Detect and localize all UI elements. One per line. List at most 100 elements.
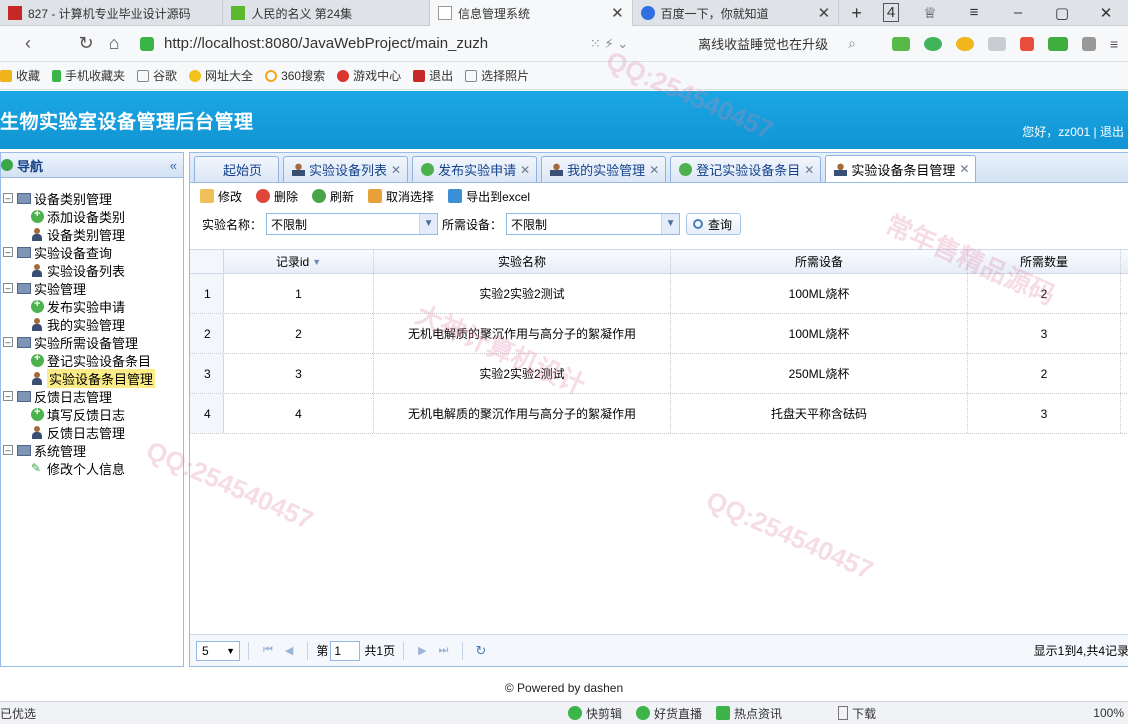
bookmark-item[interactable]: 谷歌 bbox=[137, 67, 177, 84]
collapse-nav-button[interactable]: « bbox=[170, 158, 177, 173]
tab-home[interactable]: 起始页 bbox=[194, 156, 280, 182]
back-icon[interactable]: ‹ bbox=[14, 33, 42, 54]
query-button[interactable]: 查询 bbox=[686, 213, 742, 235]
maximize-icon[interactable]: ▢ bbox=[1040, 4, 1084, 22]
experiment-filter-select[interactable]: 不限制 ▼ bbox=[266, 213, 439, 235]
bookmark-item[interactable]: 网址大全 bbox=[189, 67, 253, 84]
home-icon[interactable]: ⌂ bbox=[100, 33, 128, 54]
tab-my-experiment[interactable]: 我的实验管理 ✕ bbox=[541, 156, 667, 182]
tree-node-publish-experiment[interactable]: 发布实验申请 bbox=[1, 297, 183, 315]
tree-node-my-experiment[interactable]: 我的实验管理 bbox=[1, 315, 183, 333]
url-field[interactable]: http://localhost:8080/JavaWebProject/mai… bbox=[140, 31, 580, 57]
tree-node-add-category[interactable]: 添加设备类别 bbox=[1, 207, 183, 225]
next-page-icon[interactable]: ▶ bbox=[418, 644, 426, 657]
tree-node-edit-profile[interactable]: ✎ 修改个人信息 bbox=[1, 459, 183, 477]
apps-ext-icon[interactable] bbox=[1020, 36, 1034, 51]
prev-page-icon[interactable]: ◀ bbox=[285, 644, 293, 657]
undo-ext-icon[interactable] bbox=[1082, 36, 1096, 51]
close-tab-icon[interactable]: ✕ bbox=[804, 163, 814, 177]
status-item[interactable]: 热点资讯 bbox=[716, 705, 782, 722]
tree-node-experiment[interactable]: – 实验管理 bbox=[1, 279, 183, 297]
table-row[interactable]: 1 1 实验2实验2测试 100ML烧杯 2 bbox=[190, 274, 1128, 314]
status-item[interactable]: 好货直播 bbox=[636, 705, 702, 722]
tree-node-device-query[interactable]: – 实验设备查询 bbox=[1, 243, 183, 261]
column-header-experiment[interactable]: 实验名称 bbox=[374, 250, 671, 273]
shield-ext-icon[interactable] bbox=[956, 36, 974, 51]
close-tab-icon[interactable]: ✕ bbox=[818, 4, 831, 22]
table-row[interactable]: 4 4 无机电解质的聚沉作用与高分子的絮凝作用 托盘天平称含砝码 3 bbox=[190, 394, 1128, 434]
refresh-button[interactable]: 刷新 bbox=[312, 188, 354, 205]
tab-entry-manage[interactable]: 实验设备条目管理 ✕ bbox=[825, 155, 977, 182]
battery-ext-icon[interactable] bbox=[1048, 36, 1068, 51]
tree-node-required-devices[interactable]: – 实验所需设备管理 bbox=[1, 333, 183, 351]
tree-node-system[interactable]: – 系统管理 bbox=[1, 441, 183, 459]
last-page-icon[interactable]: ⏭ bbox=[439, 644, 449, 657]
device-filter-select[interactable]: 不限制 ▼ bbox=[506, 213, 681, 235]
collapse-toggle-icon[interactable]: – bbox=[3, 283, 13, 293]
tree-node-feedback[interactable]: – 反馈日志管理 bbox=[1, 387, 183, 405]
translate-ext-icon[interactable] bbox=[924, 36, 942, 51]
tab-publish-experiment[interactable]: 发布实验申请 ✕ bbox=[412, 156, 538, 182]
bookmark-item[interactable]: 选择照片 bbox=[465, 67, 529, 84]
collapse-toggle-icon[interactable]: – bbox=[3, 337, 13, 347]
tab-count-badge[interactable]: 4 bbox=[874, 3, 908, 22]
more-menu-icon[interactable]: ≡ bbox=[1110, 36, 1118, 52]
zoom-level[interactable]: 100% bbox=[1093, 706, 1124, 720]
column-header-quantity[interactable]: 所需数量 bbox=[968, 250, 1121, 273]
close-tab-icon[interactable]: ✕ bbox=[611, 4, 624, 22]
bookmark-item[interactable]: 360搜索 bbox=[265, 67, 325, 84]
new-tab-button[interactable]: + bbox=[839, 0, 874, 26]
collapse-toggle-icon[interactable]: – bbox=[3, 247, 13, 257]
grid-icon[interactable]: ⁙ ⚡ ⌄ bbox=[590, 36, 628, 52]
tab-register-entry[interactable]: 登记实验设备条目 ✕ bbox=[670, 156, 822, 182]
user-greeting-logout[interactable]: 您好，zz001 | 退出 bbox=[1022, 123, 1124, 140]
bookmark-item[interactable]: 游戏中心 bbox=[337, 67, 401, 84]
delete-button[interactable]: 删除 bbox=[256, 188, 298, 205]
export-excel-button[interactable]: 导出到excel bbox=[448, 188, 530, 205]
column-header-device[interactable]: 所需设备 bbox=[671, 250, 968, 273]
bookmark-item[interactable]: 收藏 bbox=[0, 67, 40, 84]
collapse-toggle-icon[interactable]: – bbox=[3, 445, 13, 455]
table-row[interactable]: 3 3 实验2实验2测试 250ML烧杯 2 bbox=[190, 354, 1128, 394]
bookmark-item[interactable]: 手机收藏夹 bbox=[52, 67, 125, 84]
browser-tab[interactable]: 百度一下，你就知道 ✕ bbox=[633, 0, 840, 26]
tree-node-write-feedback[interactable]: 填写反馈日志 bbox=[1, 405, 183, 423]
tab-device-list[interactable]: 实验设备列表 ✕ bbox=[283, 156, 409, 182]
tree-node-register-entry[interactable]: 登记实验设备条目 bbox=[1, 351, 183, 369]
scissors-ext-icon[interactable] bbox=[892, 36, 910, 51]
tree-node-device-list[interactable]: 实验设备列表 bbox=[1, 261, 183, 279]
close-window-icon[interactable]: ✕ bbox=[1084, 4, 1128, 22]
browser-tab-label: 人民的名义 第24集 bbox=[251, 6, 353, 21]
close-tab-icon[interactable]: ✕ bbox=[391, 163, 401, 177]
page-size-select[interactable]: 5 ▼ bbox=[196, 640, 240, 661]
close-tab-icon[interactable]: ✕ bbox=[520, 163, 530, 177]
reload-icon[interactable]: ↻ bbox=[72, 33, 100, 54]
skin-icon[interactable]: ♕ bbox=[908, 4, 952, 22]
tree-node-feedback-manage[interactable]: 反馈日志管理 bbox=[1, 423, 183, 441]
cancel-select-button[interactable]: 取消选择 bbox=[368, 188, 434, 205]
column-header-id[interactable]: 记录id ▼ bbox=[224, 250, 374, 273]
collapse-toggle-icon[interactable]: – bbox=[3, 391, 13, 401]
menu-icon[interactable]: ≡ bbox=[952, 4, 996, 21]
browser-tab[interactable]: 827 - 计算机专业毕业设计源码 bbox=[0, 0, 224, 26]
chat-ext-icon[interactable] bbox=[988, 36, 1006, 51]
table-row[interactable]: 2 2 无机电解质的聚沉作用与高分子的絮凝作用 100ML烧杯 3 bbox=[190, 314, 1128, 354]
search-hint[interactable]: 离线收益睡觉也在升级 bbox=[698, 34, 828, 53]
minimize-icon[interactable]: – bbox=[996, 4, 1040, 21]
tree-node-entry-manage[interactable]: 实验设备条目管理 bbox=[1, 368, 183, 388]
bookmark-item[interactable]: 退出 bbox=[413, 67, 453, 84]
tree-node-device-category[interactable]: – 设备类别管理 bbox=[1, 189, 183, 207]
first-page-icon[interactable]: ⏮ bbox=[263, 644, 273, 657]
search-icon[interactable]: ⌕ bbox=[848, 35, 856, 52]
close-tab-icon[interactable]: ✕ bbox=[959, 162, 969, 176]
browser-tab-active[interactable]: 信息管理系统 ✕ bbox=[429, 0, 633, 26]
close-tab-icon[interactable]: ✕ bbox=[649, 163, 659, 177]
page-number-input[interactable]: 1 bbox=[330, 640, 361, 661]
status-item[interactable]: 快剪辑 bbox=[568, 705, 622, 722]
collapse-toggle-icon[interactable]: – bbox=[3, 193, 13, 203]
status-item[interactable]: 下载 bbox=[838, 705, 876, 722]
tree-node-category-manage[interactable]: 设备类别管理 bbox=[1, 225, 183, 243]
browser-tab[interactable]: 人民的名义 第24集 bbox=[223, 0, 430, 26]
pager-refresh-icon[interactable]: ↻ bbox=[475, 643, 486, 659]
edit-button[interactable]: 修改 bbox=[200, 188, 242, 205]
